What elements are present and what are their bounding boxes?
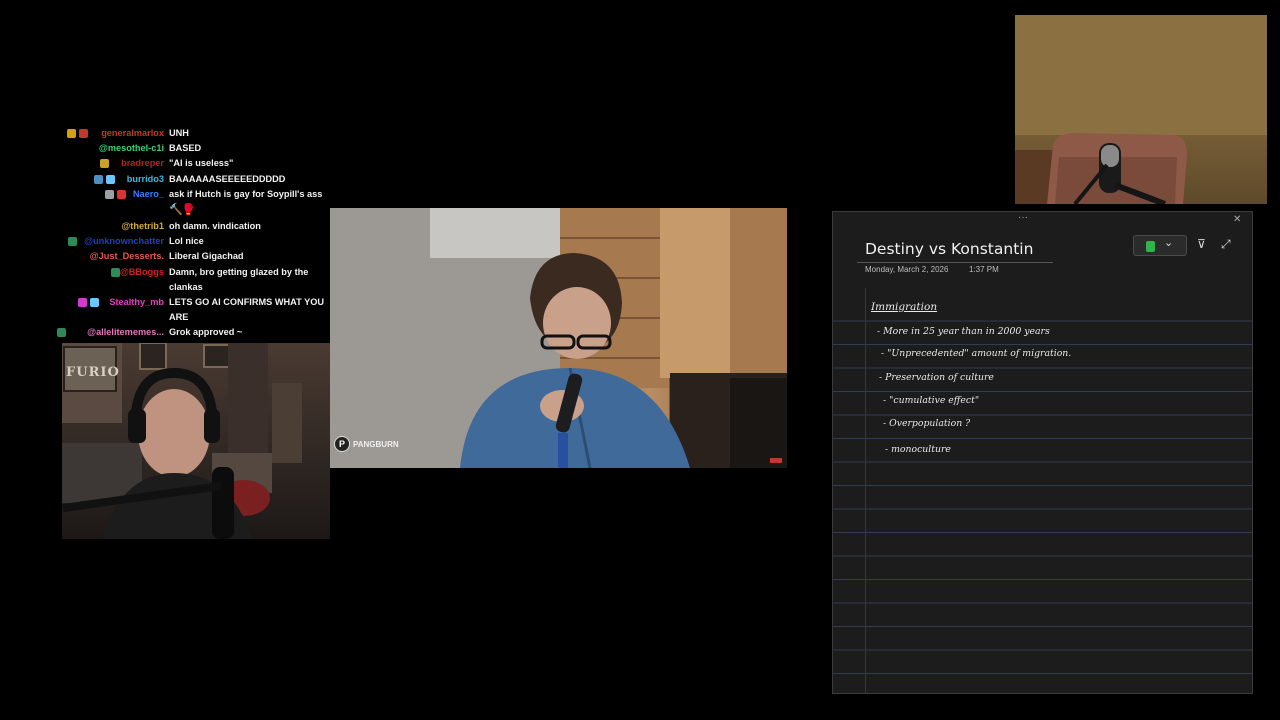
notebook-picker-button[interactable]: ⌄ (1133, 235, 1187, 256)
chat-username[interactable]: bradreper (121, 156, 164, 171)
notebook-icon (1146, 241, 1155, 252)
chat-badge-icon (57, 328, 67, 337)
chat-username[interactable]: @Just_Desserts. (90, 249, 164, 264)
guest-webcam (1015, 15, 1267, 204)
chat-badge-icon (105, 175, 115, 184)
guest-webcam-scene (1015, 15, 1267, 204)
video-frame (330, 208, 787, 468)
chat-text: Lol nice (169, 236, 204, 246)
chat-username[interactable]: @thetrib1 (121, 219, 164, 234)
chat-badge-icon (78, 129, 88, 138)
expand-icon[interactable]: ⤢ (1221, 238, 1231, 250)
chat-username[interactable]: Naero_ (133, 187, 164, 202)
chat-username[interactable]: Stealthy_mb (109, 295, 164, 310)
video-live-indicator (770, 458, 782, 463)
chat-badges (57, 328, 67, 337)
notes-heading: Immigration (871, 301, 938, 313)
chat-badges (77, 298, 99, 307)
chat-username[interactable]: @allelitememes... (87, 325, 164, 340)
notes-date: Monday, March 2, 2026 (865, 265, 949, 274)
notes-title: Destiny vs Konstantin (865, 240, 1034, 258)
chat-badge-icon (116, 190, 126, 199)
notes-line: - monoculture (885, 444, 951, 455)
chat-text: "AI is useless" (169, 158, 234, 168)
chat-text: LETS GO AI CONFIRMS WHAT YOU ARE (169, 297, 324, 322)
pangburn-watermark: PANGBURN (353, 439, 399, 449)
chat-badge-icon (111, 268, 121, 277)
chat-username[interactable]: burrido3 (127, 172, 164, 187)
chat-username[interactable]: @BBoggs (120, 265, 164, 280)
chat-text: Grok approved ~ (169, 327, 243, 337)
chat-text: BASED (169, 143, 202, 153)
chat-username[interactable]: @mesothel-c1i (99, 141, 164, 156)
chat-badges (93, 175, 115, 184)
notes-line: - More in 25 year than in 2000 years (877, 326, 1050, 337)
chat-badge-icon (89, 298, 99, 307)
chat-badges (66, 129, 88, 138)
notes-window[interactable]: ··· ✕ Destiny vs Konstantin Monday, Marc… (832, 211, 1253, 694)
poster-text: FURIO (66, 365, 120, 380)
notes-time: 1:37 PM (969, 265, 999, 274)
chevron-down-icon: ⌄ (1164, 237, 1174, 249)
chat-badges (68, 237, 77, 246)
pangburn-logo-icon: P (334, 436, 350, 452)
notes-margin-line (865, 288, 866, 693)
chat-badges (111, 268, 121, 277)
chat-badge-icon (68, 237, 77, 246)
notes-line: - Overpopulation ? (883, 418, 971, 429)
chat-badge-icon (77, 298, 87, 307)
chat-text: UNH (169, 128, 189, 138)
chat-text: Damn, bro getting glazed by the clankas (169, 267, 309, 292)
drag-handle-icon[interactable]: ··· (1018, 212, 1028, 223)
pin-icon[interactable]: ⊽ (1197, 238, 1206, 250)
chat-badge-icon (104, 190, 114, 199)
close-icon[interactable]: ✕ (1233, 214, 1241, 225)
chat-text: oh damn. vindication (169, 221, 261, 231)
notes-line: - "cumulative effect" (883, 395, 980, 406)
video-player[interactable]: P PANGBURN (330, 208, 787, 468)
chat-emote: 🔨🥊 (169, 204, 195, 216)
chat-username[interactable]: @unknownchatter (84, 234, 164, 249)
chat-text: BAAAAAASEEEEEDDDDD (169, 174, 286, 184)
notes-line: - Preservation of culture (879, 372, 994, 383)
chat-badge-icon (93, 175, 103, 184)
chat-text: Liberal Gigachad (169, 251, 244, 261)
chat-username[interactable]: generalmarlox (101, 126, 164, 141)
title-underline (857, 262, 1053, 263)
chat-overlay: generalmarlox UNH @mesothel-c1i BASED bradre… (0, 124, 330, 342)
pangburn-logo: P PANGBURN (334, 436, 399, 452)
chat-badges (104, 190, 126, 199)
chat-badges (100, 159, 110, 168)
notes-line: - "Unprecedented" amount of migration. (881, 348, 1072, 359)
chat-text: ask if Hutch is gay for Soypill's ass (169, 189, 323, 199)
chat-badge-icon (66, 129, 76, 138)
chat-badge-icon (100, 159, 110, 168)
streamer-webcam: FURIO (62, 343, 330, 539)
